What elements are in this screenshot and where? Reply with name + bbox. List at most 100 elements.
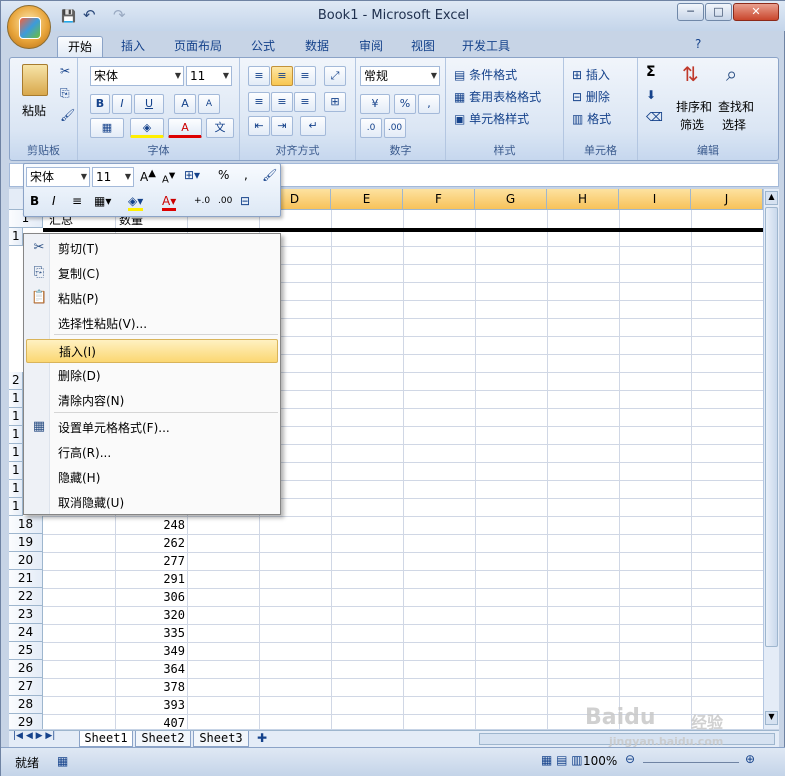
zoom-out-icon[interactable]: ⊖	[625, 752, 635, 766]
menu-item-delete[interactable]: 删除(D)	[26, 364, 278, 388]
tab-home[interactable]: 开始	[57, 36, 103, 57]
row-header[interactable]: 28	[9, 696, 43, 714]
format-cells-button[interactable]: ▥ 格式	[572, 110, 611, 127]
mini-border-icon[interactable]: ▦▾	[94, 194, 111, 208]
mini-percent-button[interactable]: %	[218, 168, 229, 182]
border-button[interactable]: ▦	[90, 118, 124, 138]
row-header[interactable]: 20	[9, 552, 43, 570]
zoom-slider[interactable]	[643, 762, 739, 763]
mini-decrease-decimal-icon[interactable]: .00	[218, 196, 232, 206]
find-select-label[interactable]: 查找和	[718, 98, 754, 115]
format-painter-icon[interactable]: 🖌	[60, 108, 75, 122]
cell-value[interactable]: 407	[115, 715, 185, 729]
help-icon[interactable]: ?	[695, 37, 701, 51]
mini-comma-button[interactable]: ,	[244, 168, 248, 182]
menu-item-clear-contents[interactable]: 清除内容(N)	[26, 389, 278, 413]
row-header-partial[interactable]: 1	[9, 426, 23, 444]
row-header[interactable]: 18	[9, 516, 43, 534]
increase-decimal-button[interactable]: .0	[360, 118, 382, 138]
percent-button[interactable]: %	[394, 94, 416, 114]
cell-value[interactable]: 291	[115, 571, 185, 588]
shrink-font-button[interactable]: A	[198, 94, 220, 114]
menu-item-unhide[interactable]: 取消隐藏(U)	[26, 491, 278, 515]
column-header-j[interactable]: J	[691, 189, 763, 210]
sort-filter-label[interactable]: 排序和	[676, 98, 712, 115]
row-header[interactable]: 19	[9, 534, 43, 552]
column-header-f[interactable]: F	[403, 189, 475, 210]
mini-grow-font-icon[interactable]: A▲	[140, 168, 156, 184]
column-header-e[interactable]: E	[331, 189, 403, 210]
font-color-button[interactable]: A	[168, 118, 202, 138]
mini-shrink-font-icon[interactable]: A▼	[162, 170, 175, 185]
vertical-scrollbar[interactable]: ▲ ▼	[763, 189, 779, 729]
align-top-button[interactable]: ≡	[248, 66, 270, 86]
font-size-combo[interactable]: 11 ▼	[186, 66, 232, 86]
row-header-partial[interactable]: 1	[9, 480, 23, 498]
conditional-format-button[interactable]: ▤ 条件格式	[454, 66, 517, 83]
cell-value[interactable]: 393	[115, 697, 185, 714]
grow-font-button[interactable]: A	[174, 94, 196, 114]
row-header-partial[interactable]: 2	[9, 372, 23, 390]
sheet-nav-icons[interactable]: |◀ ◀ ▶ ▶|	[13, 731, 55, 741]
menu-item-paste-special[interactable]: 选择性粘贴(V)...	[26, 312, 278, 336]
align-bottom-button[interactable]: ≡	[294, 66, 316, 86]
cell-styles-button[interactable]: ▣ 单元格样式	[454, 110, 529, 127]
font-name-combo[interactable]: 宋体 ▼	[90, 66, 184, 86]
mini-bold-button[interactable]: B	[30, 194, 39, 208]
row-header[interactable]: 23	[9, 606, 43, 624]
paste-icon[interactable]	[22, 64, 48, 96]
minimize-button[interactable]: ─	[677, 3, 704, 21]
row-header[interactable]: 24	[9, 624, 43, 642]
number-format-combo[interactable]: 常规 ▼	[360, 66, 440, 86]
sheet-tab-2[interactable]: Sheet2	[135, 731, 191, 747]
menu-item-format-cells[interactable]: ▦ 设置单元格格式(F)...	[26, 416, 278, 440]
mini-format-painter-icon[interactable]: 🖌	[262, 168, 277, 182]
mini-currency-icon[interactable]: ⊞▾	[184, 168, 200, 182]
selected-row-2[interactable]	[43, 228, 763, 232]
decrease-indent-button[interactable]: ⇤	[248, 116, 270, 136]
mini-increase-decimal-icon[interactable]: +.0	[194, 196, 210, 206]
cell-value[interactable]: 364	[115, 661, 185, 678]
cell-value[interactable]: 335	[115, 625, 185, 642]
macro-record-icon[interactable]: ▦	[57, 754, 68, 768]
cut-icon[interactable]: ✂	[60, 64, 70, 78]
tab-developer[interactable]: 开发工具	[453, 36, 519, 57]
tab-data[interactable]: 数据	[295, 36, 339, 57]
menu-item-row-height[interactable]: 行高(R)...	[26, 441, 278, 465]
scroll-down-button[interactable]: ▼	[765, 711, 778, 725]
insert-cells-button[interactable]: ⊞ 插入	[572, 66, 610, 83]
row-header-partial[interactable]: 1	[9, 498, 23, 516]
cell-value[interactable]: 378	[115, 679, 185, 696]
row-header[interactable]: 21	[9, 570, 43, 588]
menu-item-copy[interactable]: ⎘ 复制(C)	[26, 262, 278, 286]
column-header-i[interactable]: I	[619, 189, 691, 210]
delete-cells-button[interactable]: ⊟ 删除	[572, 88, 610, 105]
menu-item-paste[interactable]: 📋 粘贴(P)	[26, 287, 278, 311]
phonetic-button[interactable]: 文	[206, 118, 234, 138]
sort-filter-icon[interactable]: ⇅	[682, 62, 699, 86]
find-select-icon[interactable]: ⌕	[726, 62, 737, 86]
insert-sheet-icon[interactable]: ✚	[257, 731, 267, 745]
mini-size-combo[interactable]: 11 ▼	[92, 167, 134, 187]
paste-label[interactable]: 粘贴	[22, 102, 46, 119]
view-buttons[interactable]: ▦ ▤ ▥	[541, 753, 583, 767]
underline-button[interactable]: U	[134, 94, 164, 114]
clear-icon[interactable]: ⌫	[646, 110, 663, 124]
cell-value[interactable]: 320	[115, 607, 185, 624]
save-icon[interactable]: 💾	[61, 9, 76, 23]
menu-item-cut[interactable]: ✂ 剪切(T)	[26, 237, 278, 261]
scroll-thumb[interactable]	[765, 207, 778, 647]
tab-formulas[interactable]: 公式	[241, 36, 285, 57]
row-header[interactable]: 29	[9, 714, 43, 729]
fill-color-button[interactable]: ◈	[130, 118, 164, 138]
cell-value[interactable]: 349	[115, 643, 185, 660]
column-header-g[interactable]: G	[475, 189, 547, 210]
decrease-decimal-button[interactable]: .00	[384, 118, 406, 138]
autosum-icon[interactable]: Σ	[646, 64, 656, 80]
italic-button[interactable]: I	[112, 94, 132, 114]
mini-font-combo[interactable]: 宋体 ▼	[26, 167, 90, 187]
orientation-button[interactable]: ⤢	[324, 66, 346, 86]
row-header-partial[interactable]: 1	[9, 462, 23, 480]
row-header-partial[interactable]: 1	[9, 390, 23, 408]
sort-filter-label-2[interactable]: 筛选	[680, 116, 704, 133]
